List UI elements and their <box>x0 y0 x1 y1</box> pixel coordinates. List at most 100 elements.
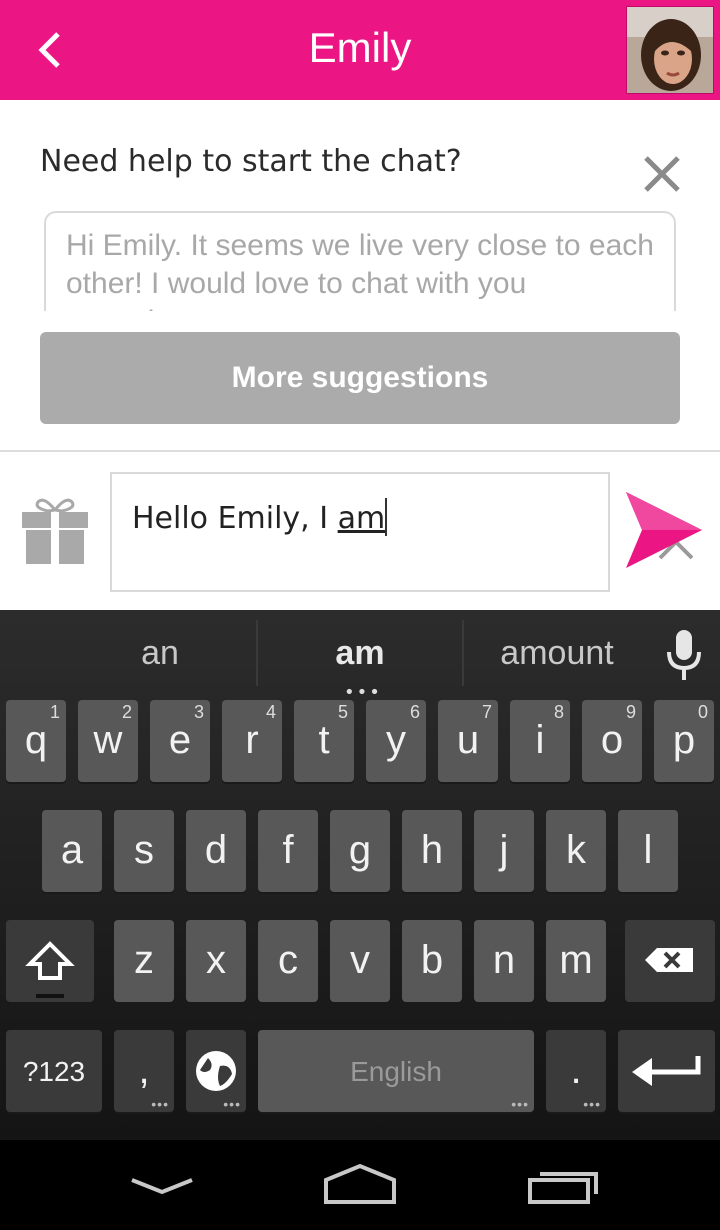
system-nav-bar <box>0 1140 720 1230</box>
letter-key[interactable]: k <box>546 810 606 892</box>
letter-key[interactable]: g <box>330 810 390 892</box>
suggestion-message-text: Hi Emily. It seems we live very close to… <box>66 229 654 311</box>
send-icon <box>626 492 702 568</box>
letter-key[interactable]: h <box>402 810 462 892</box>
suggestion-title: Need help to start the chat? <box>40 144 462 179</box>
key-label: f <box>282 828 294 872</box>
key-number-hint: 2 <box>121 702 132 722</box>
key-label: n <box>492 938 516 982</box>
key-label: e <box>168 718 192 762</box>
comma-key[interactable]: , ••• <box>114 1030 174 1112</box>
enter-arrow-icon <box>632 1056 701 1086</box>
back-button[interactable] <box>22 20 82 80</box>
letter-key[interactable]: o9 <box>582 700 642 782</box>
letter-key[interactable]: m <box>546 920 606 1002</box>
suggestion-word[interactable]: am <box>258 634 462 673</box>
letter-key[interactable]: w2 <box>78 700 138 782</box>
letter-key[interactable]: z <box>114 920 174 1002</box>
recent-apps-button[interactable] <box>522 1160 602 1210</box>
key-label: o <box>600 718 624 762</box>
letter-key[interactable]: e3 <box>150 700 210 782</box>
chevron-down-icon <box>131 1178 193 1195</box>
shift-key[interactable] <box>6 920 94 1002</box>
period-key-label: . <box>570 1048 582 1092</box>
page-title: Emily <box>308 24 412 71</box>
soft-keyboard: an am ••• amount ?123 , ••• ••• English … <box>0 610 720 1140</box>
key-label: b <box>420 938 444 982</box>
home-icon <box>324 1163 396 1204</box>
microphone-icon <box>667 630 701 680</box>
key-number-hint: 1 <box>49 702 60 722</box>
text-caret <box>385 498 388 536</box>
letter-key[interactable]: l <box>618 810 678 892</box>
key-label: t <box>318 718 330 762</box>
more-options-dots: ••• <box>583 1096 601 1112</box>
key-number-hint: 7 <box>481 702 492 722</box>
close-icon <box>644 156 680 192</box>
letter-key[interactable]: u7 <box>438 700 498 782</box>
letter-key[interactable]: y6 <box>366 700 426 782</box>
key-number-hint: 4 <box>265 702 276 722</box>
key-label: s <box>134 828 154 872</box>
message-composer: Hello Emily, I am <box>0 450 720 610</box>
hide-keyboard-button[interactable] <box>122 1160 202 1210</box>
key-label: j <box>499 828 509 872</box>
key-label: l <box>643 828 653 872</box>
letter-key[interactable]: r4 <box>222 700 282 782</box>
suggestion-word[interactable]: an <box>60 634 260 673</box>
key-label: h <box>420 828 444 872</box>
key-label: p <box>672 718 696 762</box>
voice-input-button[interactable] <box>664 628 704 682</box>
letter-key[interactable]: j <box>474 810 534 892</box>
suggestion-word[interactable]: amount <box>464 634 650 673</box>
backspace-icon <box>645 948 693 972</box>
key-label: z <box>134 938 154 982</box>
gift-icon <box>22 498 88 564</box>
key-label: q <box>24 718 48 762</box>
key-label: c <box>278 938 298 982</box>
key-label: g <box>348 828 372 872</box>
letter-key[interactable]: d <box>186 810 246 892</box>
key-label: k <box>566 828 586 872</box>
letter-key[interactable]: q1 <box>6 700 66 782</box>
letter-key[interactable]: b <box>402 920 462 1002</box>
key-number-hint: 6 <box>409 702 420 722</box>
letter-key[interactable]: p0 <box>654 700 714 782</box>
letter-key[interactable]: v <box>330 920 390 1002</box>
key-label: m <box>559 938 593 982</box>
backspace-key[interactable] <box>625 920 715 1002</box>
send-button[interactable] <box>624 490 704 572</box>
letter-key[interactable]: c <box>258 920 318 1002</box>
letter-key[interactable]: t5 <box>294 700 354 782</box>
home-button[interactable] <box>320 1160 400 1210</box>
avatar[interactable] <box>626 6 714 94</box>
letter-key[interactable]: i8 <box>510 700 570 782</box>
key-number-hint: 9 <box>625 702 636 722</box>
more-suggestions-button[interactable]: More suggestions <box>40 332 680 424</box>
close-suggestion-button[interactable] <box>640 152 684 196</box>
space-key-label: English <box>350 1056 442 1087</box>
key-number-hint: 8 <box>553 702 564 722</box>
letter-key[interactable]: s <box>114 810 174 892</box>
suggestion-message-box[interactable]: Hi Emily. It seems we live very close to… <box>44 211 676 311</box>
gift-button[interactable] <box>18 494 92 568</box>
language-key[interactable]: ••• <box>186 1030 246 1112</box>
profile-photo <box>627 7 713 93</box>
more-options-dots: ••• <box>151 1096 169 1112</box>
comma-key-label: , <box>138 1048 150 1092</box>
chevron-left-icon <box>38 32 60 68</box>
letter-key[interactable]: a <box>42 810 102 892</box>
enter-key[interactable] <box>618 1030 715 1112</box>
symbols-key[interactable]: ?123 <box>6 1030 102 1112</box>
suggestion-panel: Need help to start the chat? Hi Emily. I… <box>0 100 720 450</box>
key-number-hint: 0 <box>697 702 708 722</box>
space-key[interactable]: English ••• <box>258 1030 534 1112</box>
recent-apps-icon <box>528 1172 598 1204</box>
message-input[interactable]: Hello Emily, I am <box>110 472 694 592</box>
letter-key[interactable]: n <box>474 920 534 1002</box>
letter-key[interactable]: f <box>258 810 318 892</box>
more-options-dots: ••• <box>511 1096 529 1112</box>
letter-key[interactable]: x <box>186 920 246 1002</box>
period-key[interactable]: . ••• <box>546 1030 606 1112</box>
key-label: y <box>386 718 406 762</box>
